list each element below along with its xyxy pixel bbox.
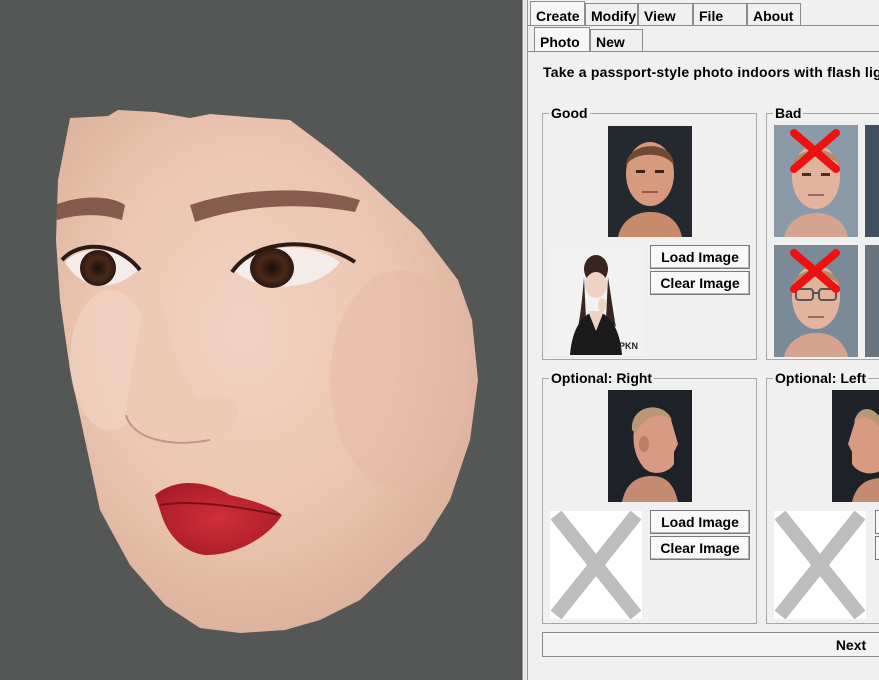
tab-photo[interactable]: Photo — [534, 27, 590, 52]
bad-example-photo-4 — [865, 245, 879, 357]
load-right-image-button[interactable]: Load Image — [650, 510, 750, 534]
face-3d-viewport[interactable] — [0, 0, 522, 680]
main-tab-divider — [528, 25, 879, 26]
load-left-image-button[interactable] — [875, 510, 879, 534]
group-bad: Bad — [766, 105, 879, 360]
empty-image-x-icon — [774, 510, 866, 620]
example-left-profile-photo — [832, 390, 879, 502]
bad-example-photo-1 — [774, 125, 858, 237]
sub-tab-divider — [528, 51, 879, 52]
tab-view[interactable]: View — [638, 3, 693, 25]
group-bad-title: Bad — [773, 105, 804, 121]
load-image-button[interactable]: Load Image — [650, 245, 750, 269]
bad-example-photo-3 — [865, 125, 879, 237]
group-good: Good IPKN Load Image Clear Image — [542, 105, 757, 360]
example-right-profile-photo — [608, 390, 692, 502]
bad-example-photo-2 — [774, 245, 858, 357]
example-frontal-photo — [608, 126, 692, 237]
clear-right-image-button[interactable]: Clear Image — [650, 536, 750, 560]
tab-about[interactable]: About — [747, 3, 801, 25]
next-button[interactable]: Next — [542, 632, 879, 657]
face-mesh — [55, 110, 478, 633]
right-image-placeholder — [550, 510, 642, 620]
group-optional-left: Optional: Left — [766, 370, 879, 624]
loaded-frontal-image: IPKN — [550, 247, 642, 355]
empty-image-x-icon — [550, 510, 642, 620]
clear-image-button[interactable]: Clear Image — [650, 271, 750, 295]
group-optional-right: Optional: Right Load Image Clear Image — [542, 370, 757, 624]
group-optional-right-title: Optional: Right — [549, 370, 655, 386]
left-image-placeholder — [774, 510, 866, 620]
tab-file[interactable]: File — [693, 3, 747, 25]
control-panel: Create Modify View File About Photo New … — [528, 0, 879, 680]
group-optional-left-title: Optional: Left — [773, 370, 868, 386]
main-tab-bar: Create Modify View File About — [528, 1, 879, 27]
instruction-text: Take a passport-style photo indoors with… — [543, 64, 879, 80]
clear-left-image-button[interactable] — [875, 536, 879, 560]
tab-new[interactable]: New — [590, 29, 643, 51]
group-good-title: Good — [549, 105, 590, 121]
sub-tab-bar: Photo New — [528, 27, 879, 53]
thumbnail-caption: IPKN — [616, 341, 638, 351]
tab-modify[interactable]: Modify — [585, 3, 638, 25]
tab-create[interactable]: Create — [530, 1, 585, 26]
